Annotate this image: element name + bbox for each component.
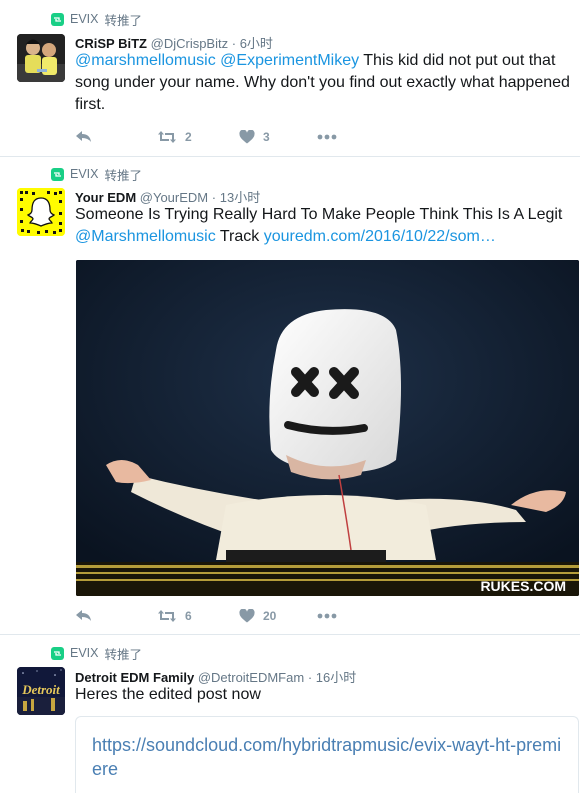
avatar[interactable]: Detroit <box>17 667 65 715</box>
card-url[interactable]: https://soundcloud.com/hybridtrapmusic/e… <box>92 733 562 781</box>
retweet-count: 6 <box>185 609 192 623</box>
tweet-text: Someone Is Trying Really Hard To Make Pe… <box>75 204 575 248</box>
tweet-body: Track <box>219 228 260 245</box>
retweet-count: 2 <box>185 130 192 144</box>
tweet-3[interactable]: EVIX 转推了 Detroit Detroit EDM Family @Det… <box>0 635 580 793</box>
reply-icon <box>76 131 91 142</box>
heart-icon <box>239 130 255 144</box>
retweeter-name[interactable]: EVIX <box>70 646 99 660</box>
retweeter-name[interactable]: EVIX <box>70 12 99 26</box>
reply-icon <box>76 610 91 621</box>
retweet-label: 转推了 <box>104 647 143 662</box>
retweet-icon <box>158 131 176 143</box>
more-button[interactable] <box>317 134 337 140</box>
like-button[interactable]: 20 <box>239 609 317 623</box>
separator: · <box>211 190 217 205</box>
link-card[interactable]: https://soundcloud.com/hybridtrapmusic/e… <box>75 716 579 793</box>
tweet-actions: 6 20 <box>75 606 337 626</box>
more-icon <box>317 613 337 619</box>
retweet-label: 转推了 <box>104 168 143 183</box>
snapcode-ghost-icon <box>17 188 65 236</box>
tweet-text: @marshmellomusic @ExperimentMikey This k… <box>75 50 575 116</box>
marshmello-photo: RUKES.COM <box>76 260 579 596</box>
more-icon <box>317 134 337 140</box>
url-link[interactable]: youredm.com/2016/10/22/som… <box>264 228 496 245</box>
author-handle[interactable]: @DetroitEDMFam <box>198 670 304 685</box>
tweet-body: Heres the edited post now <box>75 686 261 703</box>
retweet-label: 转推了 <box>104 13 143 28</box>
mention-link[interactable]: @ExperimentMikey <box>220 52 359 69</box>
avatar[interactable] <box>17 188 65 236</box>
mention-link[interactable]: @marshmellomusic <box>75 52 216 69</box>
tweet-actions: 2 3 <box>75 127 337 147</box>
separator: · <box>231 36 237 51</box>
reply-button[interactable] <box>75 130 157 144</box>
retweet-context: EVIX 转推了 <box>51 166 143 183</box>
retweet-badge-icon <box>51 646 64 660</box>
tweet-body: Someone Is Trying Really Hard To Make Pe… <box>75 206 563 223</box>
tweet-time[interactable]: 13小时 <box>220 190 260 205</box>
tweet-1[interactable]: EVIX 转推了 CRiSP BiTZ @DjCrispBitz · 6小时 @… <box>0 0 580 157</box>
retweet-button[interactable]: 6 <box>157 609 239 623</box>
tweet-time[interactable]: 6小时 <box>240 36 273 51</box>
tweet-time[interactable]: 16小时 <box>316 670 356 685</box>
media-photo[interactable]: RUKES.COM <box>76 260 579 596</box>
media-watermark: RUKES.COM <box>480 578 566 594</box>
retweet-context: EVIX 转推了 <box>51 11 143 28</box>
tweet-text: Heres the edited post now <box>75 684 575 706</box>
retweet-context: EVIX 转推了 <box>51 645 143 662</box>
retweet-icon <box>158 610 176 622</box>
heart-icon <box>239 609 255 623</box>
author-handle[interactable]: @DjCrispBitz <box>151 36 228 51</box>
reply-button[interactable] <box>75 609 157 623</box>
author-name[interactable]: CRiSP BiTZ <box>75 36 147 51</box>
author-handle[interactable]: @YourEDM <box>140 190 208 205</box>
retweet-badge-icon <box>51 12 64 26</box>
author-name[interactable]: Detroit EDM Family <box>75 670 194 685</box>
author-name[interactable]: Your EDM <box>75 190 136 205</box>
retweet-badge-icon <box>51 167 64 181</box>
more-button[interactable] <box>317 613 337 619</box>
mention-link[interactable]: @Marshmellomusic <box>75 228 216 245</box>
svg-text:Detroit: Detroit <box>21 682 60 697</box>
like-button[interactable]: 3 <box>239 130 317 144</box>
retweeter-name[interactable]: EVIX <box>70 167 99 181</box>
avatar[interactable] <box>17 34 65 82</box>
separator: · <box>307 670 313 685</box>
like-count: 20 <box>263 609 277 623</box>
retweet-button[interactable]: 2 <box>157 130 239 144</box>
like-count: 3 <box>263 130 270 144</box>
